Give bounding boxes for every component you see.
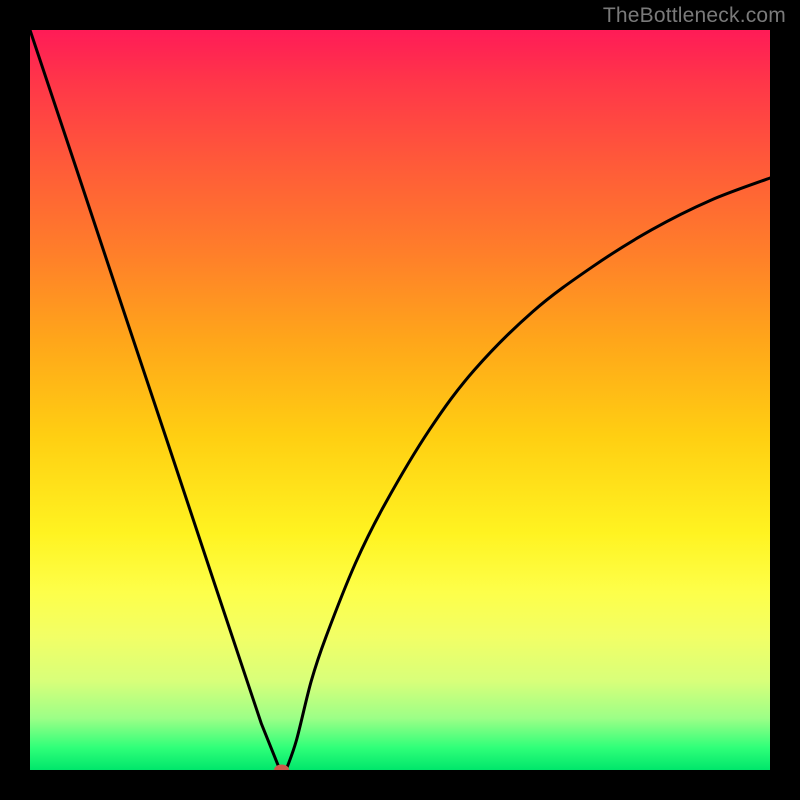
watermark-text: TheBottleneck.com [603, 4, 786, 28]
plot-area [30, 30, 770, 770]
curve-right-branch [286, 178, 770, 770]
chart-frame: TheBottleneck.com [0, 0, 800, 800]
curve-left-branch [30, 30, 286, 770]
chart-svg [30, 30, 770, 770]
